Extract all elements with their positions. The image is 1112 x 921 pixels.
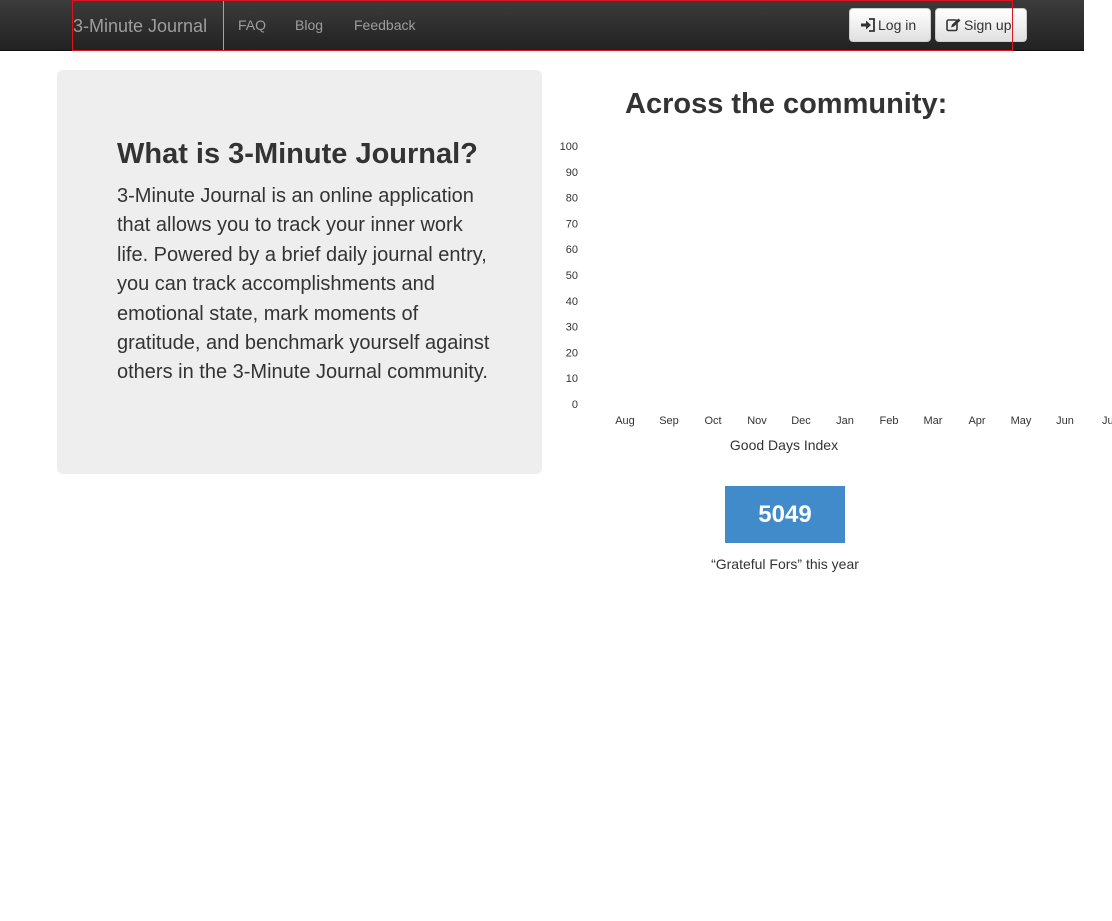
- y-tick-label: 0: [572, 399, 578, 411]
- nav-link-blog[interactable]: Blog: [295, 0, 323, 51]
- y-tick-label: 100: [560, 141, 578, 153]
- brand-link[interactable]: 3-Minute Journal: [72, 0, 224, 51]
- x-tick-label: Mar: [924, 415, 943, 427]
- intro-body: 3-Minute Journal is an online applicatio…: [117, 185, 490, 384]
- x-tick-label: Jul: [1102, 415, 1112, 427]
- sign-in-icon: [861, 18, 875, 32]
- x-axis-label: Good Days Index: [730, 437, 838, 453]
- y-tick-label: 60: [566, 244, 578, 256]
- login-button[interactable]: Log in: [849, 8, 931, 42]
- x-tick-label: Sep: [659, 415, 679, 427]
- y-tick-label: 20: [566, 347, 578, 359]
- login-label: Log in: [878, 17, 917, 33]
- y-tick-label: 50: [566, 270, 578, 282]
- x-tick-label: Aug: [615, 415, 635, 427]
- x-tick-label: Nov: [747, 415, 767, 427]
- edit-icon: [946, 18, 961, 32]
- grateful-fors-count: 5049: [725, 486, 845, 543]
- y-tick-label: 40: [566, 296, 578, 308]
- y-tick-label: 70: [566, 218, 578, 230]
- x-tick-label: Oct: [704, 415, 721, 427]
- community-heading: Across the community:: [625, 88, 948, 120]
- x-tick-label: Feb: [880, 415, 899, 427]
- x-tick-label: Dec: [791, 415, 811, 427]
- y-tick-label: 10: [566, 373, 578, 385]
- intro-heading: What is 3-Minute Journal?: [117, 138, 478, 170]
- x-tick-label: Jan: [836, 415, 854, 427]
- grateful-fors-caption: “Grateful Fors” this year: [711, 556, 859, 572]
- signup-label: Sign up: [964, 17, 1012, 33]
- nav-link-faq[interactable]: FAQ: [238, 0, 266, 51]
- y-tick-label: 80: [566, 193, 578, 205]
- x-tick-label: May: [1011, 415, 1032, 427]
- navbar: 3-Minute Journal FAQ Blog Feedback Log i…: [0, 0, 1084, 51]
- x-tick-label: Apr: [968, 415, 985, 427]
- signup-button[interactable]: Sign up: [935, 8, 1027, 42]
- good-days-chart: 1009080706050403020100Aug Sep Oct Nov Dec Jan…: [560, 141, 1112, 453]
- x-tick-label: Jun: [1056, 415, 1074, 427]
- y-tick-label: 30: [566, 322, 578, 334]
- y-tick-label: 90: [566, 167, 578, 179]
- nav-link-feedback[interactable]: Feedback: [354, 0, 415, 51]
